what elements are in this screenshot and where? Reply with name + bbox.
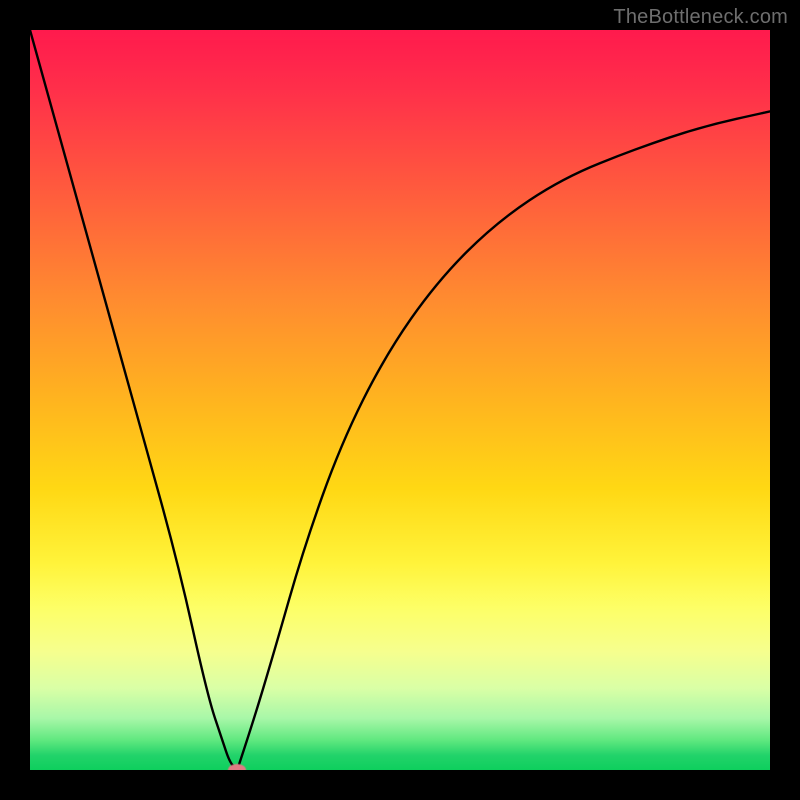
bottleneck-curve-right	[237, 111, 770, 770]
curve-svg	[30, 30, 770, 770]
chart-frame: TheBottleneck.com	[0, 0, 800, 800]
minimum-marker	[228, 764, 246, 770]
watermark-text: TheBottleneck.com	[613, 6, 788, 29]
bottleneck-curve-left	[30, 30, 237, 770]
plot-area	[30, 30, 770, 770]
